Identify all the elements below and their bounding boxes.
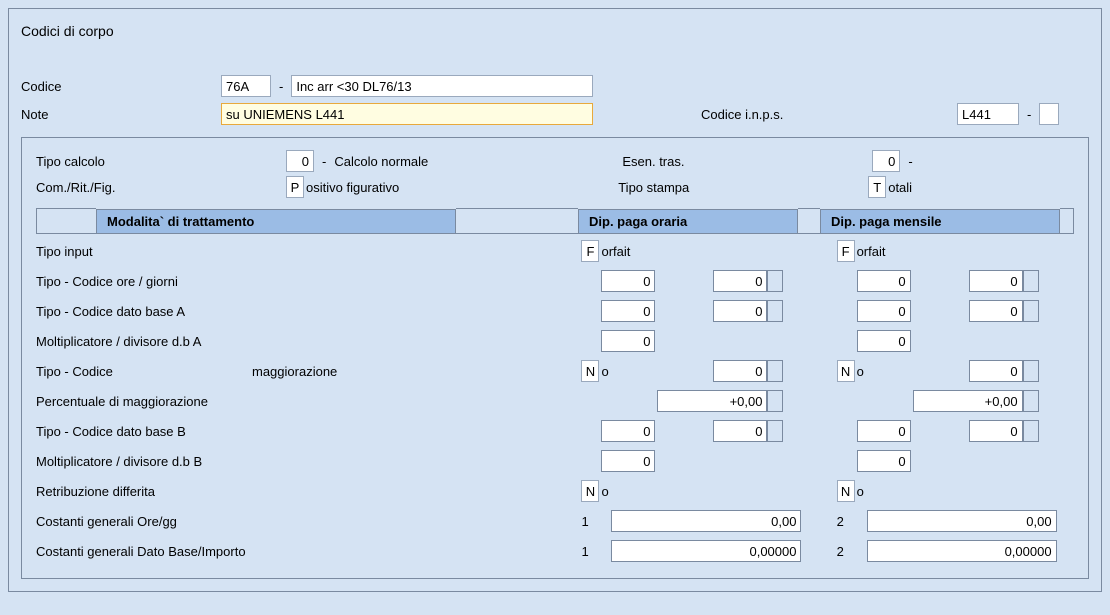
oraria-tipo-input-prefix[interactable] — [581, 240, 599, 262]
oraria-ore-1[interactable]: 0 — [601, 270, 655, 292]
oraria-molt-b[interactable]: 0 — [601, 450, 655, 472]
tab-modalita[interactable]: Modalita` di trattamento — [96, 209, 456, 234]
com-rit-fig-prefix[interactable] — [286, 176, 304, 198]
tab-mensile[interactable]: Dip. paga mensile — [820, 209, 1060, 234]
mensile-retr-desc: o — [857, 484, 864, 499]
mensile-perc[interactable]: +0,00 — [913, 390, 1023, 412]
tipo-stampa-prefix[interactable] — [868, 176, 886, 198]
codice-desc-input[interactable] — [291, 75, 593, 97]
mensile-ore-1[interactable]: 0 — [857, 270, 911, 292]
panel-title: Codici di corpo — [21, 23, 1089, 39]
oraria-baseA-2[interactable]: 0 — [713, 300, 767, 322]
mensile-magg-val[interactable]: 0 — [969, 360, 1023, 382]
row-codice: Codice - — [21, 75, 1089, 97]
mensile-baseA-2[interactable]: 0 — [969, 300, 1023, 322]
label-tipo-cod-magg-1: Tipo - Codice — [36, 364, 252, 379]
label-cost-ore: Costanti generali Ore/gg — [36, 514, 581, 529]
label-tipo-input: Tipo input — [36, 244, 581, 259]
label-tipo-cod-ore: Tipo - Codice ore / giorni — [36, 274, 581, 289]
tabs-row: Modalita` di trattamento Dip. paga orari… — [36, 206, 1074, 236]
mensile-retr-prefix[interactable] — [837, 480, 855, 502]
lookup-btn[interactable] — [1023, 300, 1039, 322]
lookup-btn[interactable] — [767, 360, 783, 382]
label-molt-div-a: Moltiplicatore / divisore d.b A — [36, 334, 581, 349]
label-note: Note — [21, 107, 221, 122]
label-tipo-cod-base-a: Tipo - Codice dato base A — [36, 304, 581, 319]
label-tipo-cod-magg-2: maggiorazione — [252, 364, 337, 379]
lookup-btn[interactable] — [767, 390, 783, 412]
row-note: Note Codice i.n.p.s. - — [21, 103, 1089, 125]
mensile-baseA-1[interactable]: 0 — [857, 300, 911, 322]
dash: - — [1019, 107, 1039, 122]
row-tipo-calcolo: Tipo calcolo - Calcolo normale Esen. tra… — [36, 148, 1074, 174]
mensile-cost-ore-val[interactable]: 0,00 — [867, 510, 1057, 532]
tipo-stampa-desc: otali — [888, 180, 912, 195]
mensile-cost-dato-code: 2 — [837, 544, 867, 559]
oraria-cost-ore-code: 1 — [581, 514, 611, 529]
oraria-baseA-1[interactable]: 0 — [601, 300, 655, 322]
oraria-ore-2[interactable]: 0 — [713, 270, 767, 292]
oraria-perc[interactable]: +0,00 — [657, 390, 767, 412]
label-com-rit-fig: Com./Rit./Fig. — [36, 180, 286, 195]
oraria-magg-prefix[interactable] — [581, 360, 599, 382]
label-tipo-stampa: Tipo stampa — [618, 180, 868, 195]
lookup-btn[interactable] — [767, 270, 783, 292]
tab-stub-right — [1060, 208, 1074, 234]
mensile-molt-b[interactable]: 0 — [857, 450, 911, 472]
com-rit-fig-desc: ositivo figurativo — [306, 180, 399, 195]
row-com-rit-fig: Com./Rit./Fig. ositivo figurativo Tipo s… — [36, 174, 1074, 200]
lookup-btn[interactable] — [1023, 360, 1039, 382]
oraria-magg-desc: o — [601, 364, 713, 379]
panel-codici-di-corpo: Codici di corpo Codice - Note Codice i.n… — [8, 8, 1102, 592]
lookup-btn[interactable] — [1023, 270, 1039, 292]
tipo-calcolo-desc: Calcolo normale — [334, 154, 622, 169]
mensile-ore-2[interactable]: 0 — [969, 270, 1023, 292]
mensile-cost-ore-code: 2 — [837, 514, 867, 529]
note-input[interactable] — [221, 103, 593, 125]
inps-input[interactable] — [957, 103, 1019, 125]
lookup-btn[interactable] — [767, 420, 783, 442]
label-retr-diff: Retribuzione differita — [36, 484, 581, 499]
oraria-cost-ore-val[interactable]: 0,00 — [611, 510, 801, 532]
codice-input[interactable] — [221, 75, 271, 97]
label-tipo-calcolo: Tipo calcolo — [36, 154, 286, 169]
tab-stub-mid2 — [798, 208, 820, 234]
oraria-tipo-input-desc: orfait — [601, 244, 630, 259]
label-perc-magg: Percentuale di maggiorazione — [36, 394, 581, 409]
tab-oraria[interactable]: Dip. paga oraria — [578, 209, 798, 234]
esen-tras-code[interactable] — [872, 150, 900, 172]
oraria-cost-dato-code: 1 — [581, 544, 611, 559]
tab-stub-left[interactable] — [36, 208, 96, 234]
mensile-baseB-2[interactable]: 0 — [969, 420, 1023, 442]
lookup-btn[interactable] — [767, 300, 783, 322]
tab-stub-mid — [456, 208, 578, 234]
oraria-baseB-2[interactable]: 0 — [713, 420, 767, 442]
label-esen-tras: Esen. tras. — [622, 154, 872, 169]
grid: Tipo input orfait orfait Tipo - Codice o… — [36, 236, 1074, 566]
mensile-tipo-input-prefix[interactable] — [837, 240, 855, 262]
mensile-molt-a[interactable]: 0 — [857, 330, 911, 352]
inps-sub-input[interactable] — [1039, 103, 1059, 125]
lookup-btn[interactable] — [1023, 390, 1039, 412]
inner-panel: Tipo calcolo - Calcolo normale Esen. tra… — [21, 137, 1089, 579]
mensile-baseB-1[interactable]: 0 — [857, 420, 911, 442]
tipo-calcolo-code[interactable] — [286, 150, 314, 172]
oraria-retr-desc: o — [601, 484, 608, 499]
label-cost-dato: Costanti generali Dato Base/Importo — [36, 544, 581, 559]
mensile-magg-prefix[interactable] — [837, 360, 855, 382]
oraria-baseB-1[interactable]: 0 — [601, 420, 655, 442]
label-inps: Codice i.n.p.s. — [701, 107, 957, 122]
mensile-tipo-input-desc: orfait — [857, 244, 886, 259]
dash: - — [271, 79, 291, 94]
oraria-magg-val[interactable]: 0 — [713, 360, 767, 382]
oraria-retr-prefix[interactable] — [581, 480, 599, 502]
label-tipo-cod-base-b: Tipo - Codice dato base B — [36, 424, 581, 439]
mensile-magg-desc: o — [857, 364, 969, 379]
mensile-cost-dato-val[interactable]: 0,00000 — [867, 540, 1057, 562]
label-codice: Codice — [21, 79, 221, 94]
lookup-btn[interactable] — [1023, 420, 1039, 442]
label-molt-div-b: Moltiplicatore / divisore d.b B — [36, 454, 581, 469]
oraria-cost-dato-val[interactable]: 0,00000 — [611, 540, 801, 562]
oraria-molt-a[interactable]: 0 — [601, 330, 655, 352]
